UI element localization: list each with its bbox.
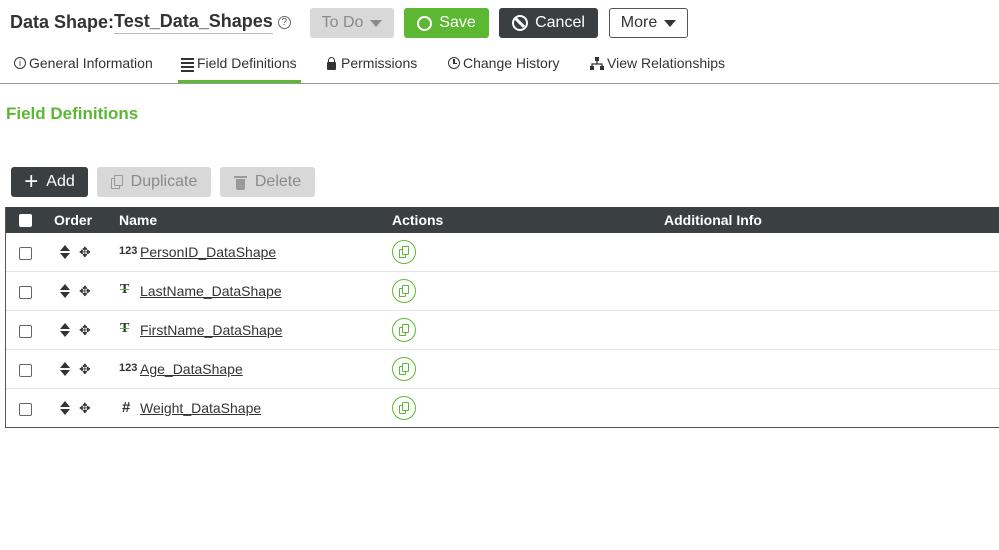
duplicate-field-icon[interactable] (392, 240, 416, 264)
row-checkbox[interactable] (19, 403, 32, 416)
string-type-icon: T (120, 321, 130, 336)
tab-change-history[interactable]: Change History (448, 55, 560, 83)
cancel-button[interactable]: Cancel (499, 8, 598, 38)
tab-permissions[interactable]: Permissions (327, 55, 417, 83)
relationships-icon (590, 57, 604, 70)
caret-down-icon (664, 19, 677, 27)
tab-bar: i General Information Field Definitions … (0, 46, 999, 84)
move-icon[interactable]: ✥ (79, 362, 91, 376)
string-type-icon: T (120, 282, 130, 297)
trash-icon (233, 175, 247, 190)
field-name-link[interactable]: Age_DataShape (140, 361, 243, 377)
cancel-button-label: Cancel (535, 14, 585, 31)
page-title-name: Test_Data_Shapes (114, 11, 273, 34)
tab-label: Field Definitions (197, 55, 297, 71)
tab-general-information[interactable]: i General Information (14, 55, 153, 83)
field-definitions-grid: Order Name Actions Additional Info ✥ 123… (5, 207, 999, 428)
number-type-icon: 123 (119, 362, 138, 374)
move-icon[interactable]: ✥ (79, 401, 91, 415)
top-bar: Data Shape: Test_Data_Shapes ? To Do Sav… (0, 0, 999, 46)
info-icon: i (14, 57, 26, 69)
caret-down-icon (370, 19, 383, 27)
lock-icon (327, 57, 336, 70)
move-icon[interactable]: ✥ (79, 245, 91, 259)
table-row[interactable]: ✥ T FirstName_DataShape (6, 311, 999, 350)
duplicate-field-icon[interactable] (392, 357, 416, 381)
sort-icon[interactable] (60, 401, 70, 417)
tab-field-definitions[interactable]: Field Definitions (178, 55, 301, 83)
column-header-name[interactable]: Name (119, 212, 157, 228)
copy-icon (110, 175, 123, 189)
help-circle-icon[interactable]: ? (277, 16, 291, 29)
row-checkbox[interactable] (19, 247, 32, 260)
tab-label: View Relationships (607, 55, 726, 71)
add-button-label: Add (46, 173, 75, 190)
tab-view-relationships[interactable]: View Relationships (590, 55, 725, 83)
cancel-ban-icon (512, 15, 529, 31)
save-circle-icon (417, 15, 433, 31)
table-row[interactable]: ✥ # Weight_DataShape (6, 389, 999, 428)
duplicate-button-label: Duplicate (130, 173, 198, 190)
sort-icon[interactable] (60, 323, 70, 339)
save-button-label: Save (439, 14, 476, 31)
tab-label: Change History (463, 55, 560, 71)
clock-icon (448, 57, 460, 69)
number-type-icon: 123 (119, 245, 138, 257)
duplicate-button[interactable]: Duplicate (97, 167, 211, 197)
hash-type-icon: # (122, 399, 131, 416)
save-button[interactable]: Save (404, 8, 489, 38)
table-row[interactable]: ✥ 123 PersonID_DataShape (6, 233, 999, 272)
page-title-prefix: Data Shape: (10, 12, 115, 32)
grid-header: Order Name Actions Additional Info (6, 207, 999, 233)
list-icon (181, 58, 194, 72)
sort-icon[interactable] (60, 284, 70, 300)
column-header-actions: Actions (392, 212, 444, 228)
field-name-link[interactable]: LastName_DataShape (140, 283, 282, 299)
field-name-link[interactable]: PersonID_DataShape (140, 244, 276, 260)
table-row[interactable]: ✥ 123 Age_DataShape (6, 350, 999, 389)
tab-label: General Information (29, 55, 153, 71)
tab-label: Permissions (341, 55, 418, 71)
more-button-label: More (620, 14, 658, 31)
row-checkbox[interactable] (19, 286, 32, 299)
column-header-order[interactable]: Order (54, 212, 92, 228)
delete-button[interactable]: Delete (220, 167, 315, 197)
select-all-checkbox[interactable] (19, 214, 32, 227)
row-checkbox[interactable] (19, 325, 32, 338)
move-icon[interactable]: ✥ (79, 323, 91, 337)
todo-button[interactable]: To Do (310, 8, 394, 38)
row-checkbox[interactable] (19, 364, 32, 377)
page-title: Data Shape: Test_Data_Shapes ? (10, 11, 291, 34)
sort-icon[interactable] (60, 362, 70, 378)
sort-icon[interactable] (60, 245, 70, 261)
duplicate-field-icon[interactable] (392, 279, 416, 303)
field-name-link[interactable]: FirstName_DataShape (140, 322, 282, 338)
move-icon[interactable]: ✥ (79, 284, 91, 298)
field-name-link[interactable]: Weight_DataShape (140, 400, 261, 416)
table-row[interactable]: ✥ T LastName_DataShape (6, 272, 999, 311)
duplicate-field-icon[interactable] (392, 318, 416, 342)
duplicate-field-icon[interactable] (392, 396, 416, 420)
more-button[interactable]: More (609, 8, 688, 38)
add-button[interactable]: + Add (11, 167, 88, 197)
delete-button-label: Delete (254, 173, 302, 190)
section-title: Field Definitions (6, 104, 139, 123)
todo-button-label: To Do (321, 14, 364, 31)
column-header-additional-info: Additional Info (664, 212, 762, 228)
plus-icon: + (24, 168, 39, 195)
